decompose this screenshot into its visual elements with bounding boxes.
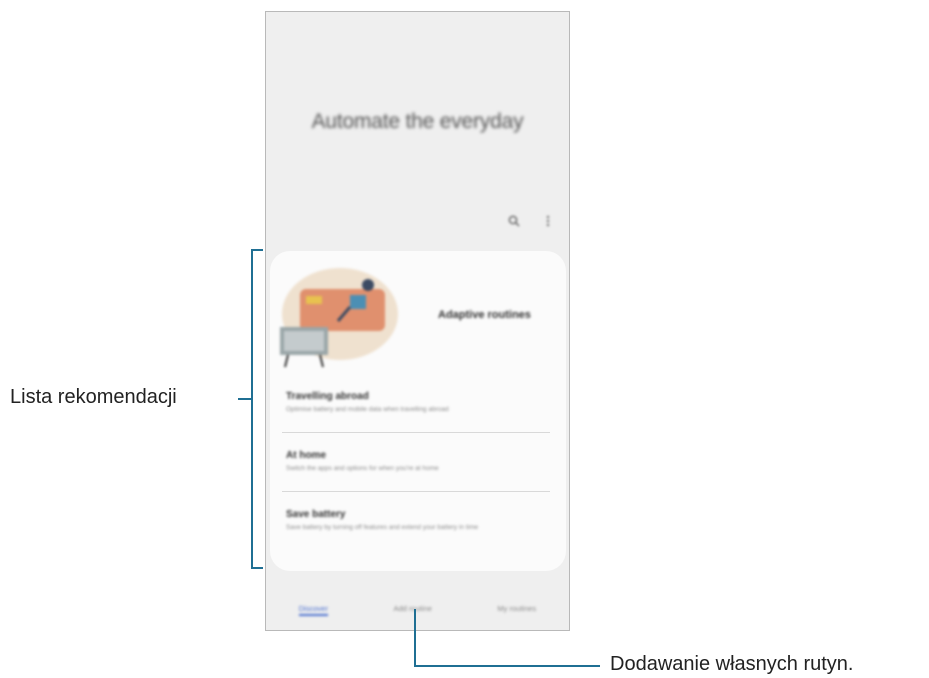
- callout-bracket: [251, 249, 253, 569]
- list-item[interactable]: Travelling abroad Optimise battery and m…: [286, 391, 550, 414]
- divider: [282, 491, 550, 492]
- callout-bracket-top: [251, 249, 263, 251]
- list-item[interactable]: Save battery Save battery by turning off…: [286, 509, 550, 532]
- list-item-title: At home: [286, 450, 326, 461]
- tab-discover[interactable]: Discover: [298, 604, 329, 616]
- list-item-title: Travelling abroad: [286, 391, 369, 402]
- list-item-desc: Switch the apps and options for when you…: [286, 465, 439, 472]
- phone-screen: Automate the everyday Adaptive routines …: [265, 11, 570, 631]
- list-item-desc: Save battery by turning off features and…: [286, 524, 479, 531]
- callout-line-vertical: [414, 609, 416, 667]
- card-title: Adaptive routines: [438, 309, 531, 321]
- tab-add-routine[interactable]: Add routine: [394, 604, 432, 613]
- divider: [282, 432, 550, 433]
- tab-my-routines[interactable]: My routines: [497, 604, 536, 613]
- toolbar: [507, 212, 555, 230]
- sofa-illustration-icon: [280, 268, 398, 368]
- callout-line: [238, 398, 251, 400]
- recommendation-list: Adaptive routines Travelling abroad Opti…: [270, 251, 566, 571]
- annotation-add-routine: Dodawanie własnych rutyn.: [610, 653, 854, 675]
- list-item[interactable]: At home Switch the apps and options for …: [286, 450, 550, 473]
- list-item-title: Save battery: [286, 509, 346, 520]
- page-headline: Automate the everyday: [311, 110, 524, 133]
- annotation-recommendations: Lista rekomendacji: [10, 386, 177, 408]
- more-vert-icon[interactable]: [541, 212, 555, 230]
- bottom-nav: Discover Add routine My routines: [266, 598, 569, 618]
- search-icon[interactable]: [507, 212, 521, 230]
- callout-bracket-bottom: [251, 567, 263, 569]
- list-item-desc: Optimise battery and mobile data when tr…: [286, 406, 449, 413]
- callout-line-horizontal: [414, 665, 600, 667]
